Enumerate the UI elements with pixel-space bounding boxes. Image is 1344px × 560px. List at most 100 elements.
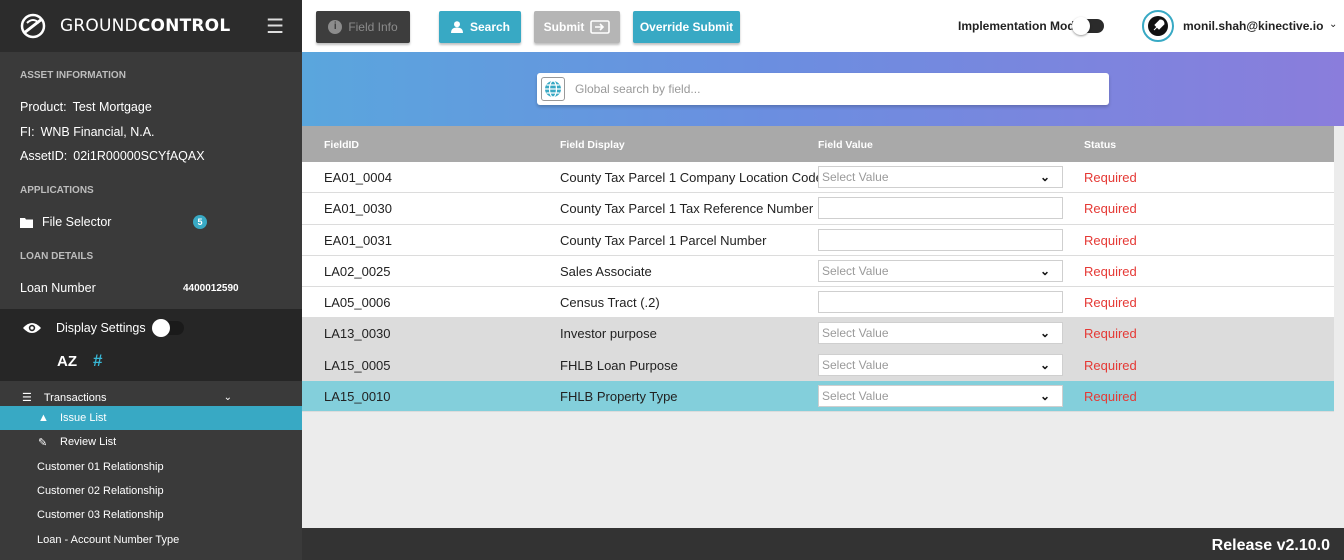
display-settings-label: Display Settings [56,321,146,335]
list-menu-icon: ☰ [22,392,32,404]
table-row[interactable]: LA05_0006 Census Tract (.2) Required [302,287,1334,319]
review-icon: ✎ [38,436,48,449]
sidebar-item-customer-02[interactable]: Customer 02 Relationship [0,479,302,503]
global-search-input[interactable] [575,82,1075,96]
groundcontrol-logo-icon [20,13,46,39]
sidebar-item-loan-account-type[interactable]: Loan - Account Number Type [0,528,302,552]
field-value-select[interactable]: Select Value ⌄ [818,322,1063,345]
table-row[interactable]: LA02_0025 Sales Associate Select Value ⌄ … [302,255,1334,288]
field-status: Required [1084,232,1137,248]
header-fieldid: FieldID [324,139,360,151]
select-placeholder: Select Value [822,357,889,372]
user-menu-chevron-icon[interactable]: ⌄ [1329,19,1337,30]
loan-details-heading: LOAN DETAILS [20,251,94,262]
sort-numeric-icon[interactable]: # [93,351,102,371]
table-row[interactable]: LA13_0030 Investor purpose Select Value ⌄… [302,318,1334,350]
field-id: EA01_0031 [324,232,392,248]
release-version: Release v2.10.0 [1211,537,1330,554]
field-display: Sales Associate [560,263,652,279]
field-status: Required [1084,263,1137,279]
field-display: County Tax Parcel 1 Company Location Cod… [560,170,823,185]
override-submit-button[interactable]: Override Submit [633,11,740,43]
display-settings-toggle[interactable] [151,319,184,337]
submit-label: Submit [543,20,585,34]
implementation-mode-toggle[interactable] [1072,17,1104,35]
table-row[interactable]: EA01_0030 County Tax Parcel 1 Tax Refere… [302,193,1334,225]
field-display: Investor purpose [560,326,657,342]
implementation-mode-label: Implementation Mode [958,19,1082,33]
field-info-button[interactable]: i Field Info [316,11,410,43]
sidebar-item-issue-list[interactable]: ▲ Issue List [0,406,302,430]
sidebar-item-label: Customer 01 Relationship [37,461,164,473]
sidebar: GROUNDCONTROL ☰ ASSET INFORMATION Produc… [0,0,302,560]
field-status: Required [1084,201,1137,217]
assetid-line: AssetID: 02i1R00000SCYfAQAX [20,149,205,163]
table-row[interactable]: LA15_0010 FHLB Property Type Select Valu… [302,381,1334,413]
field-status: Required [1084,389,1137,405]
field-id: EA01_0030 [324,201,392,217]
globe-icon[interactable] [541,77,565,101]
sidebar-item-customer-01[interactable]: Customer 01 Relationship [0,455,302,479]
brand-bar: GROUNDCONTROL ☰ [0,0,302,52]
field-id: EA01_0004 [324,170,392,185]
chevron-down-icon: ⌄ [1039,263,1050,278]
chevron-down-icon: ⌄ [1039,170,1050,184]
field-value-input[interactable] [818,197,1063,220]
file-selector-link[interactable]: File Selector [20,215,111,229]
search-label: Search [469,20,511,34]
transactions-label: Transactions [43,391,107,404]
avatar[interactable] [1142,10,1174,42]
sidebar-item-label: Issue List [60,412,107,424]
sidebar-item-review-list[interactable]: ✎ Review List [0,430,302,454]
search-button[interactable]: Search [439,11,521,43]
field-value-select[interactable]: Select Value ⌄ [818,385,1063,408]
field-display: County Tax Parcel 1 Tax Reference Number [560,201,814,217]
field-status: Required [1084,357,1137,373]
asset-info-heading: ASSET INFORMATION [20,70,126,81]
folder-icon [20,217,33,228]
product-line: Product: Test Mortgage [20,100,152,114]
display-settings-panel: Display Settings AZ # [0,309,302,381]
select-placeholder: Select Value [822,263,889,278]
sort-alpha-icon[interactable]: AZ [57,353,77,370]
header-status: Status [1084,139,1117,151]
sidebar-item-label: Review List [60,436,117,448]
table-row[interactable]: EA01_0004 County Tax Parcel 1 Company Lo… [302,162,1334,194]
top-toolbar: i Field Info Search Submit Override Subm… [302,0,1344,52]
header-field-display: Field Display [560,139,625,151]
field-value-select[interactable]: Select Value ⌄ [818,259,1063,282]
fields-table: FieldID Field Display Field Value Status… [302,126,1334,413]
transactions-header[interactable]: ☰ Transactions ⌄ [22,391,232,405]
submit-icon [590,20,611,34]
field-value-input[interactable] [818,291,1063,314]
field-display: FHLB Loan Purpose [560,357,678,373]
sidebar-item-label: Customer 02 Relationship [37,485,164,497]
field-display: County Tax Parcel 1 Parcel Number [560,232,767,248]
sidebar-item-customer-03[interactable]: Customer 03 Relationship [0,503,302,527]
field-value-input[interactable] [818,228,1063,251]
eye-icon [23,323,41,333]
field-value-select[interactable]: Select Value ⌄ [818,166,1063,188]
header-field-value: Field Value [818,139,873,151]
warning-icon: ▲ [38,412,49,424]
chevron-down-icon: ⌄ [1039,389,1050,404]
field-status: Required [1084,295,1137,311]
hamburger-menu-icon[interactable]: ☰ [266,14,284,39]
submit-button[interactable]: Submit [534,11,620,43]
table-row[interactable]: LA15_0005 FHLB Loan Purpose Select Value… [302,349,1334,382]
user-icon [450,21,463,33]
field-id: LA05_0006 [324,295,391,311]
fi-line: FI: WNB Financial, N.A. [20,125,155,139]
select-placeholder: Select Value [822,326,889,341]
field-value-select[interactable]: Select Value ⌄ [818,353,1063,376]
global-search [537,73,1109,105]
field-info-label: Field Info [348,20,398,34]
table-row[interactable]: EA01_0031 County Tax Parcel 1 Parcel Num… [302,224,1334,256]
field-id: LA13_0030 [324,326,391,342]
file-count-badge: 5 [193,215,207,229]
brand-name: GROUNDCONTROL [60,16,231,36]
user-email[interactable]: monil.shah@kinective.io [1183,19,1323,33]
field-status: Required [1084,170,1137,185]
field-id: LA15_0005 [324,357,391,373]
chevron-down-icon: ⌄ [1039,326,1050,341]
